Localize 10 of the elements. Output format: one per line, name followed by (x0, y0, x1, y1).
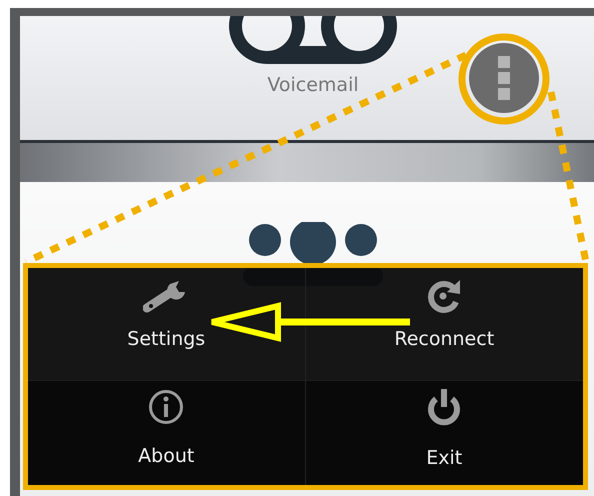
voicemail-tile[interactable]: Voicemail (20, 16, 594, 140)
more-icon (498, 56, 510, 100)
refresh-icon (426, 278, 462, 314)
power-icon (426, 389, 462, 427)
menu-item[interactable]: About (28, 380, 306, 485)
info-icon (148, 389, 184, 425)
menu-item[interactable]: Reconnect (306, 268, 583, 380)
voicemail-label: Voicemail (267, 74, 359, 96)
menu-item[interactable]: Exit (306, 380, 583, 485)
voicemail-icon (227, 16, 399, 66)
